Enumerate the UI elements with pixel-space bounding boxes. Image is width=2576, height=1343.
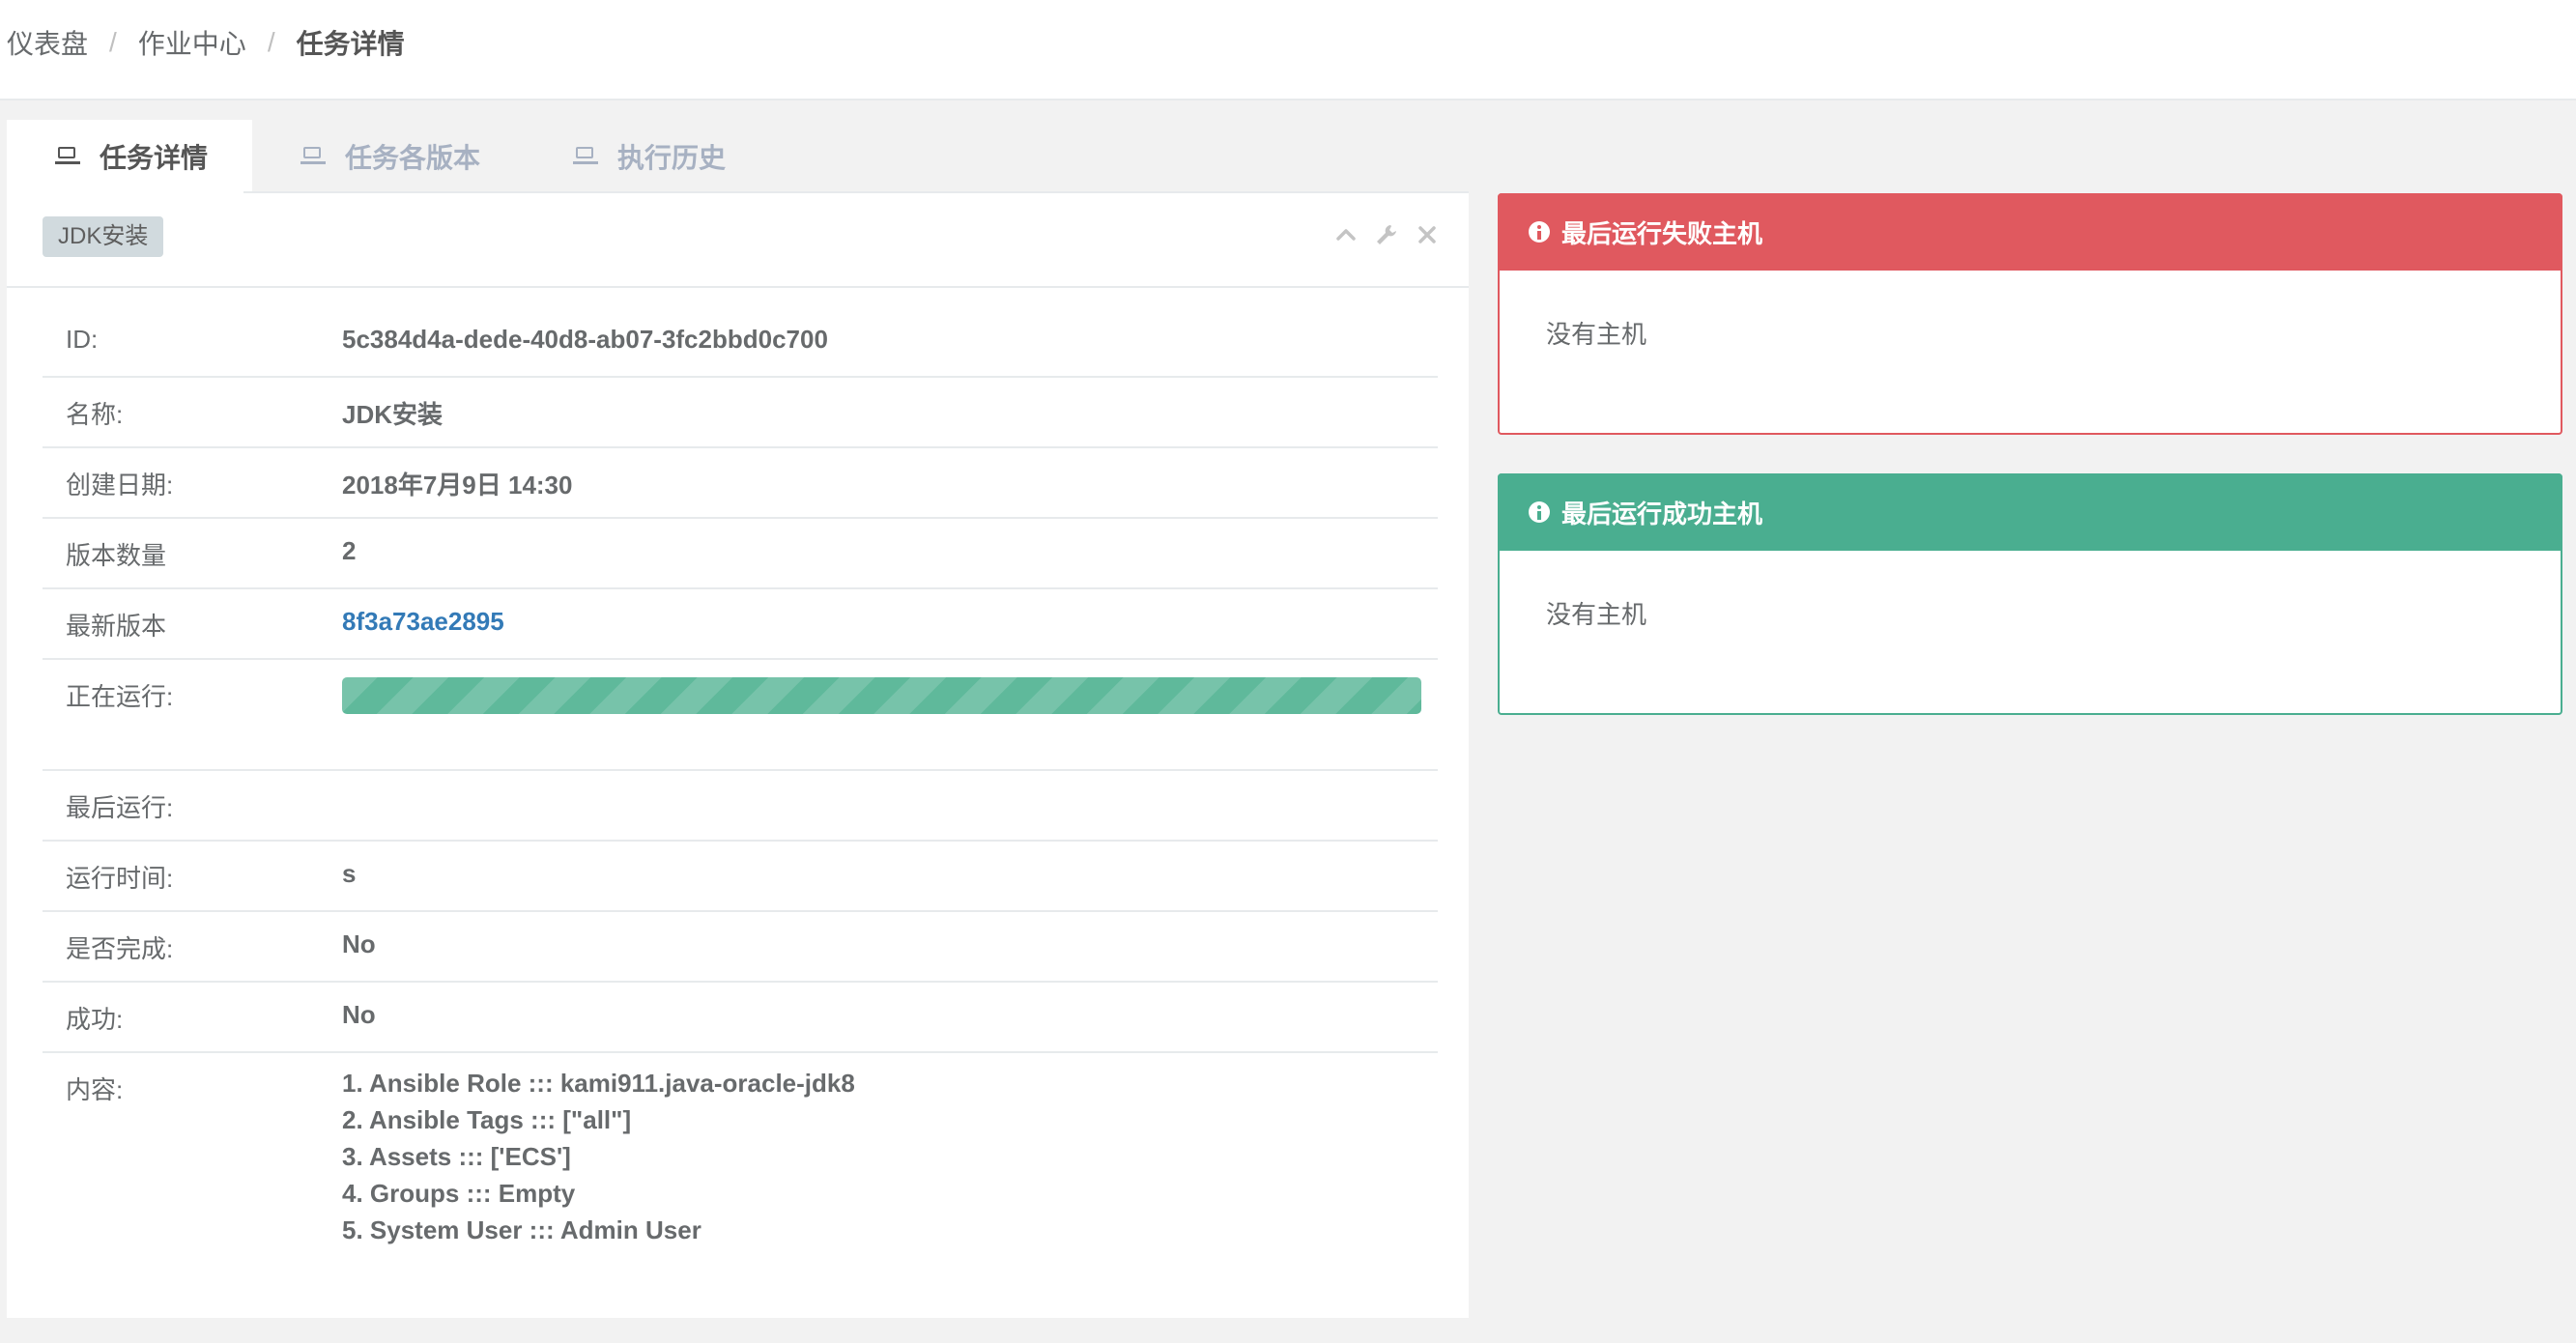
task-name-tag: JDK安装 [43,216,164,257]
row-label: ID: [66,325,99,354]
detail-row-last-run: 最后运行: [43,771,1438,842]
row-label: 内容: [66,1075,124,1104]
laptop-icon [573,147,599,166]
detail-row-created: 创建日期: 2018年7月9日 14:30 [43,448,1438,519]
laptop-icon [301,147,327,166]
latest-version-link[interactable]: 8f3a73ae2895 [342,607,504,637]
tab-label: 任务详情 [100,143,209,173]
breadcrumb-current: 任务详情 [296,29,405,59]
breadcrumb: 仪表盘 / 作业中心 / 任务详情 [7,23,405,62]
content-line: 4. Groups ::: Empty [342,1179,576,1208]
detail-row-version-count: 版本数量 2 [43,519,1438,589]
content-line: 5. System User ::: Admin User [342,1215,701,1244]
tab-task-versions[interactable]: 任务各版本 [252,120,525,193]
detail-row-latest-version: 最新版本 8f3a73ae2895 [43,589,1438,660]
tab-label: 任务各版本 [345,143,481,173]
panel-header: JDK安装 [7,193,1469,288]
success-hosts-title: 最后运行成功主机 [1561,499,1763,529]
close-icon[interactable] [1415,222,1440,247]
content-line: 1. Ansible Role ::: kami911.java-oracle-… [342,1069,855,1098]
info-icon [1529,221,1550,243]
success-hosts-body: 没有主机 [1546,600,1647,629]
panel-tools [1333,222,1440,247]
detail-row-run-time: 运行时间: s [43,842,1438,912]
row-label: 正在运行: [66,682,174,711]
content-line: 2. Ansible Tags ::: ["all"] [342,1105,632,1134]
detail-table: ID: 5c384d4a-dede-40d8-ab07-3fc2bbd0c700… [43,307,1438,1343]
top-bar: 仪表盘 / 作业中心 / 任务详情 [0,0,2576,100]
row-value: s [342,859,357,888]
row-value: 5c384d4a-dede-40d8-ab07-3fc2bbd0c700 [342,325,828,354]
detail-row-id: ID: 5c384d4a-dede-40d8-ab07-3fc2bbd0c700 [43,307,1438,378]
row-label: 运行时间: [66,864,174,893]
row-label: 最后运行: [66,793,174,822]
success-hosts-header: 最后运行成功主机 [1498,473,2562,551]
row-label: 版本数量 [66,541,167,570]
row-label: 是否完成: [66,934,174,963]
row-label: 名称: [66,400,124,429]
failed-hosts-panel: 最后运行失败主机 没有主机 [1498,193,2562,435]
row-value: 2018年7月9日 14:30 [342,471,573,500]
row-value: 2 [342,536,357,565]
failed-hosts-title: 最后运行失败主机 [1561,218,1763,248]
breadcrumb-separator: / [109,27,117,57]
detail-row-name: 名称: JDK安装 [43,378,1438,448]
failed-hosts-header: 最后运行失败主机 [1498,193,2562,271]
laptop-icon [55,147,80,166]
success-hosts-panel: 最后运行成功主机 没有主机 [1498,473,2562,715]
task-detail-panel: JDK安装 ID: 5c384d4a-dede-40d8-ab07-3fc2bb… [7,193,1469,1318]
tab-execution-history[interactable]: 执行历史 [525,120,770,193]
chevron-up-icon[interactable] [1333,222,1359,247]
content-line: 3. Assets ::: ['ECS'] [342,1142,571,1171]
row-value: No [342,1000,376,1029]
breadcrumb-dashboard[interactable]: 仪表盘 [7,23,88,62]
detail-row-running: 正在运行: [43,660,1438,771]
wrench-icon[interactable] [1374,222,1399,247]
detail-row-success: 成功: No [43,983,1438,1053]
row-value: No [342,929,376,958]
info-icon [1529,501,1550,523]
failed-hosts-body: 没有主机 [1546,320,1647,349]
detail-row-content: 内容: 1. Ansible Role ::: kami911.java-ora… [43,1053,1438,1343]
detail-row-finished: 是否完成: No [43,912,1438,983]
row-label: 成功: [66,1005,124,1034]
tab-task-detail[interactable]: 任务详情 [7,120,253,193]
breadcrumb-separator: / [267,27,275,57]
tab-bar: 任务详情 任务各版本 执行历史 [7,120,770,193]
breadcrumb-job-center[interactable]: 作业中心 [138,23,246,62]
row-label: 最新版本 [66,612,167,641]
content-list: 1. Ansible Role ::: kami911.java-oracle-… [342,1065,855,1248]
row-value: JDK安装 [342,400,444,429]
row-label: 创建日期: [66,471,174,500]
running-progress-bar [342,677,1421,714]
tab-label: 执行历史 [617,143,727,173]
